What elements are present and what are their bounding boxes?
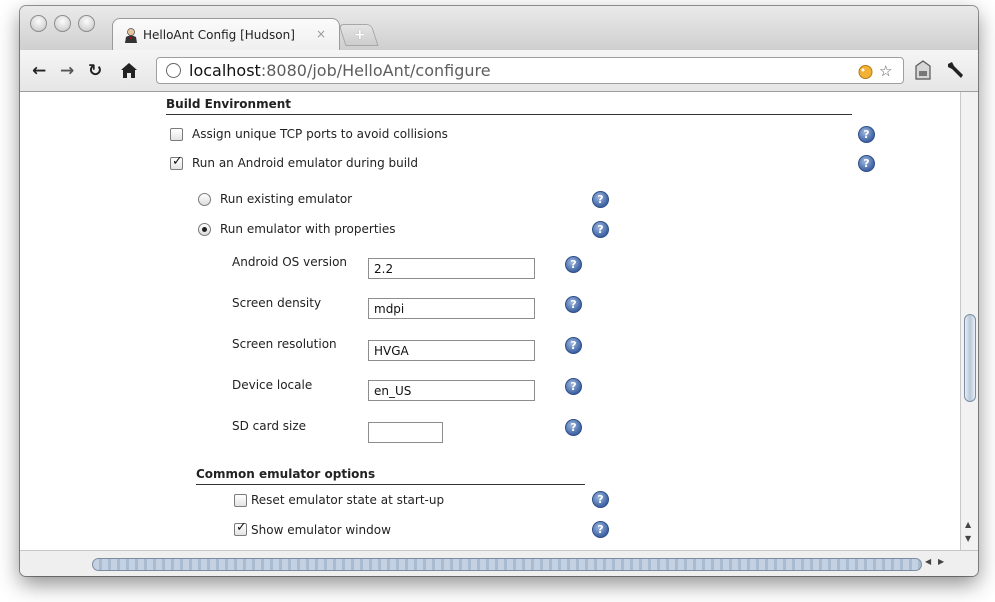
- help-icon[interactable]: ?: [565, 378, 582, 395]
- minimize-window-button[interactable]: [54, 15, 71, 32]
- zoom-window-button[interactable]: [78, 15, 95, 32]
- device-locale-label: Device locale: [232, 378, 313, 392]
- url-path: :8080/job/HelloAnt/configure: [260, 61, 491, 80]
- close-window-button[interactable]: [30, 15, 47, 32]
- horizontal-scroll-thumb[interactable]: [92, 558, 922, 571]
- scroll-down-arrow-icon[interactable]: ▼: [965, 534, 971, 543]
- device-locale-field[interactable]: en_US: [368, 380, 535, 401]
- page-tag-icon[interactable]: [913, 59, 933, 81]
- sd-card-size-label: SD card size: [232, 419, 307, 433]
- browser-toolbar: ← → ↻ localhost:8080/job/HelloAnt/config…: [20, 50, 978, 92]
- scroll-right-arrow-icon[interactable]: ▶: [938, 557, 944, 566]
- home-icon[interactable]: [120, 62, 138, 79]
- screen-density-label: Screen density: [232, 296, 322, 310]
- help-icon[interactable]: ?: [592, 521, 609, 538]
- run-with-properties-label: Run emulator with properties: [220, 222, 396, 236]
- reset-state-checkbox[interactable]: [234, 494, 247, 507]
- scroll-up-arrow-icon[interactable]: ▲: [965, 520, 971, 529]
- reset-state-label: Reset emulator state at start-up: [251, 493, 445, 507]
- help-icon[interactable]: ?: [592, 491, 609, 508]
- browser-window: HelloAnt Config [Hudson] × + ← → ↻ local…: [20, 6, 978, 576]
- vertical-scroll-thumb[interactable]: [964, 314, 976, 402]
- vertical-scrollbar[interactable]: ▲ ▼: [960, 92, 978, 550]
- scroll-left-arrow-icon[interactable]: ◀: [925, 557, 931, 566]
- checkmark-icon: ✓: [172, 154, 183, 169]
- section-divider: [166, 114, 852, 115]
- title-bar: HelloAnt Config [Hudson] × +: [20, 6, 978, 51]
- help-icon[interactable]: ?: [858, 126, 875, 143]
- help-icon[interactable]: ?: [565, 296, 582, 313]
- run-emulator-label: Run an Android emulator during build: [192, 156, 419, 170]
- run-existing-label: Run existing emulator: [220, 192, 353, 206]
- address-bar[interactable]: localhost:8080/job/HelloAnt/configure ☆: [156, 57, 904, 84]
- help-icon[interactable]: ?: [592, 221, 609, 238]
- run-emulator-checkbox[interactable]: ✓: [170, 154, 183, 170]
- help-icon[interactable]: ?: [592, 191, 609, 208]
- sd-card-size-field[interactable]: [368, 422, 443, 443]
- hudson-butler-icon: [125, 28, 137, 43]
- radio-selected-dot: [202, 227, 207, 232]
- url-text: localhost:8080/job/HelloAnt/configure: [189, 61, 491, 80]
- help-icon[interactable]: ?: [565, 337, 582, 354]
- extension-icon[interactable]: [857, 63, 874, 80]
- page-content: Build Environment Assign unique TCP port…: [20, 92, 960, 550]
- wrench-icon[interactable]: [946, 61, 966, 79]
- help-icon[interactable]: ?: [565, 256, 582, 273]
- android-os-version-field[interactable]: 2.2: [368, 258, 535, 279]
- reload-icon[interactable]: ↻: [88, 61, 102, 81]
- section-divider: [196, 484, 585, 485]
- android-os-version-label: Android OS version: [232, 255, 348, 269]
- horizontal-scrollbar[interactable]: ◀ ▶: [20, 550, 978, 576]
- screen-resolution-field[interactable]: HVGA: [368, 340, 535, 361]
- show-window-checkbox[interactable]: ✓: [234, 520, 247, 536]
- checkmark-icon: ✓: [236, 520, 247, 535]
- tab-title: HelloAnt Config [Hudson]: [143, 28, 295, 42]
- globe-icon: [166, 63, 181, 78]
- screen-resolution-label: Screen resolution: [232, 337, 337, 351]
- assign-ports-label: Assign unique TCP ports to avoid collisi…: [192, 127, 448, 141]
- common-options-header: Common emulator options: [196, 467, 376, 481]
- new-tab-button[interactable]: +: [338, 24, 379, 46]
- assign-ports-checkbox[interactable]: [170, 128, 183, 141]
- help-icon[interactable]: ?: [858, 155, 875, 172]
- screen-density-field[interactable]: mdpi: [368, 298, 535, 319]
- bookmark-star-icon[interactable]: ☆: [879, 62, 892, 80]
- build-environment-header: Build Environment: [166, 97, 291, 111]
- run-existing-radio[interactable]: [198, 193, 211, 206]
- browser-tab[interactable]: HelloAnt Config [Hudson] ×: [112, 18, 340, 51]
- back-arrow-icon[interactable]: ←: [32, 61, 46, 81]
- help-icon[interactable]: ?: [565, 419, 582, 436]
- run-with-properties-radio[interactable]: [198, 223, 211, 236]
- show-window-label: Show emulator window: [251, 523, 391, 537]
- tab-close-icon[interactable]: ×: [316, 27, 326, 41]
- forward-arrow-icon[interactable]: →: [60, 61, 74, 81]
- plus-icon: +: [354, 27, 366, 43]
- url-host: localhost: [189, 61, 261, 80]
